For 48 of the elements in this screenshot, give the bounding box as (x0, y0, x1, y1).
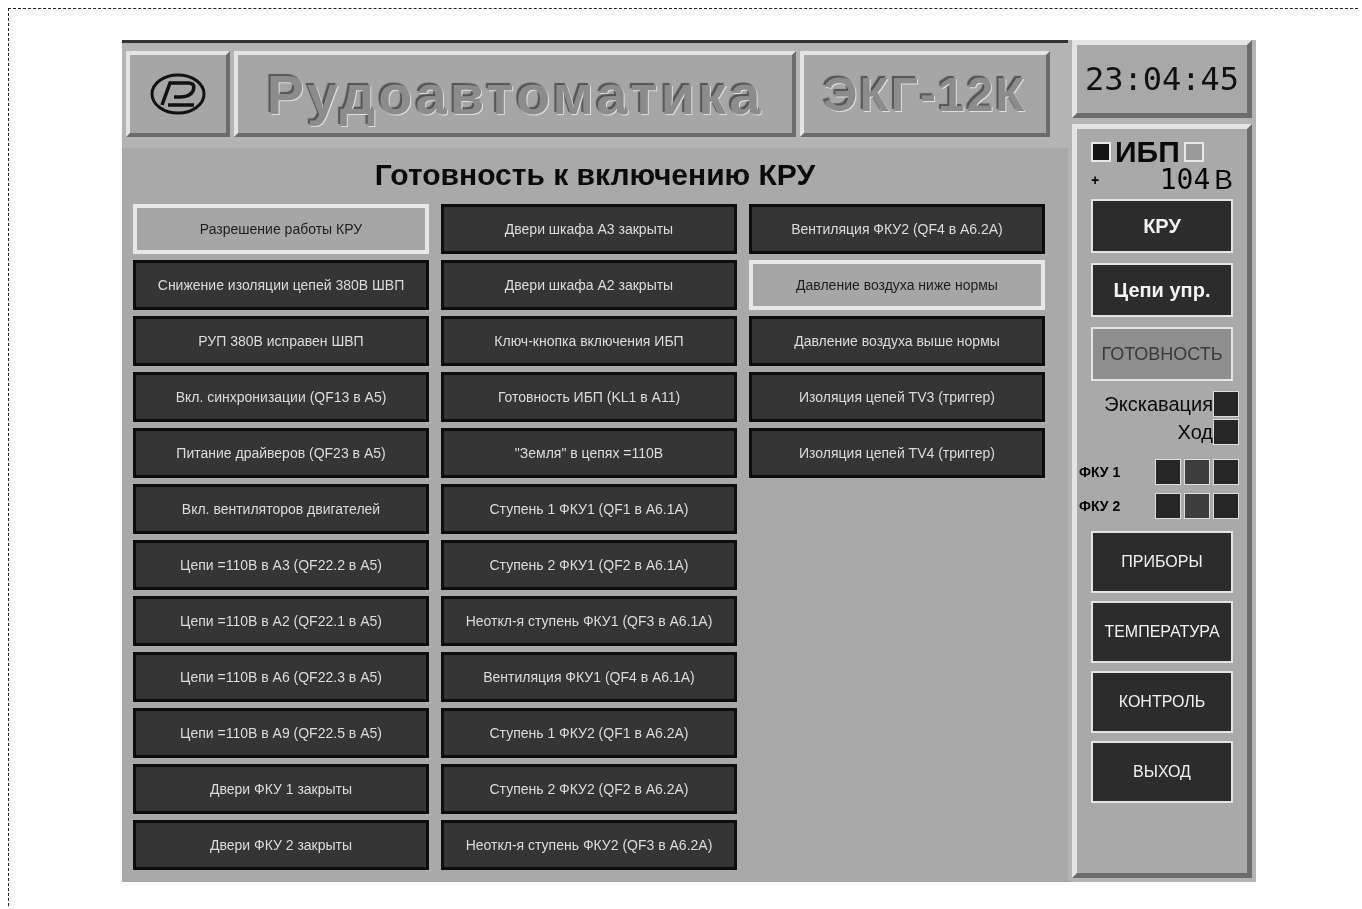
mode-label: Ход (1177, 420, 1213, 444)
logo-icon (148, 71, 208, 117)
signal-indicator: Давление воздуха выше нормы (749, 316, 1045, 366)
panel-button[interactable]: ПРИБОРЫ (1091, 531, 1233, 593)
signal-indicator: Вкл. вентиляторов двигателей (133, 484, 429, 534)
signal-indicator: Двери ФКУ 2 закрыты (133, 820, 429, 870)
signal-indicator: Изоляция цепей TV4 (триггер) (749, 428, 1045, 478)
panel-button[interactable]: КОНТРОЛЬ (1091, 671, 1233, 733)
signal-indicator: "Земля" в цепях =110В (441, 428, 737, 478)
panel-button[interactable]: ТЕМПЕРАТУРА (1091, 601, 1233, 663)
signal-indicator: Разрешение работы КРУ (133, 204, 429, 254)
unit-label: В (1214, 167, 1233, 193)
signal-indicator: Ключ-кнопка включения ИБП (441, 316, 737, 366)
signal-indicator: Питание драйверов (QF23 в А5) (133, 428, 429, 478)
signal-indicator: Изоляция цепей TV3 (триггер) (749, 372, 1045, 422)
ups-label: ИБП (1115, 137, 1180, 167)
mode-label: Экскавация (1104, 392, 1213, 416)
signal-indicator: Неоткл-я ступень ФКУ2 (QF3 в А6.2А) (441, 820, 737, 870)
signal-indicator: Цепи =110В в А2 (QF22.1 в А5) (133, 596, 429, 646)
signal-indicator: Двери ФКУ 1 закрыты (133, 764, 429, 814)
fku-label: ФКУ 1 (1079, 464, 1121, 480)
signal-indicator: Ступень 1 ФКУ1 (QF1 в А6.1А) (441, 484, 737, 534)
signal-indicator: Цепи =110В в А6 (QF22.3 в А5) (133, 652, 429, 702)
model-label: ЭКГ-12К (800, 51, 1050, 137)
fku-label: ФКУ 2 (1079, 498, 1121, 514)
signal-indicator: Цепи =110В в А9 (QF22.5 в А5) (133, 708, 429, 758)
panel-button[interactable]: ВЫХОД (1091, 741, 1233, 803)
signal-indicator: Неоткл-я ступень ФКУ1 (QF3 в А6.1А) (441, 596, 737, 646)
sign-label: + (1091, 172, 1100, 188)
signal-indicator: Снижение изоляции цепей 380В ШВП (133, 260, 429, 310)
signal-indicator: Двери шкафа А2 закрыты (441, 260, 737, 310)
signal-indicator: Ступень 1 ФКУ2 (QF1 в А6.2А) (441, 708, 737, 758)
signal-indicator: Вентиляция ФКУ1 (QF4 в А6.1А) (441, 652, 737, 702)
panel-button[interactable]: КРУ (1091, 199, 1233, 253)
signal-indicator: Двери шкафа А3 закрыты (441, 204, 737, 254)
voltage-readout: 104 (1159, 167, 1211, 193)
company-logo-text: Рудоавтоматика (234, 51, 796, 137)
signal-indicator: Вкл. синхронизации (QF13 в А5) (133, 372, 429, 422)
signal-indicator: Ступень 2 ФКУ1 (QF2 в А6.1А) (441, 540, 737, 590)
signal-indicator: Ступень 2 ФКУ2 (QF2 в А6.2А) (441, 764, 737, 814)
signal-indicator: Цепи =110В в А3 (QF22.2 в А5) (133, 540, 429, 590)
signal-indicator: Давление воздуха ниже нормы (749, 260, 1045, 310)
screen-title: Готовность к включению КРУ (373, 158, 817, 192)
signal-indicator: Вентиляция ФКУ2 (QF4 в А6.2А) (749, 204, 1045, 254)
clock-display: 23:04:45 (1072, 40, 1252, 118)
signal-indicator: Готовность ИБП (KL1 в А11) (441, 372, 737, 422)
panel-button[interactable]: Цепи упр. (1091, 263, 1233, 317)
signal-indicator: РУП 380В исправен ШВП (133, 316, 429, 366)
